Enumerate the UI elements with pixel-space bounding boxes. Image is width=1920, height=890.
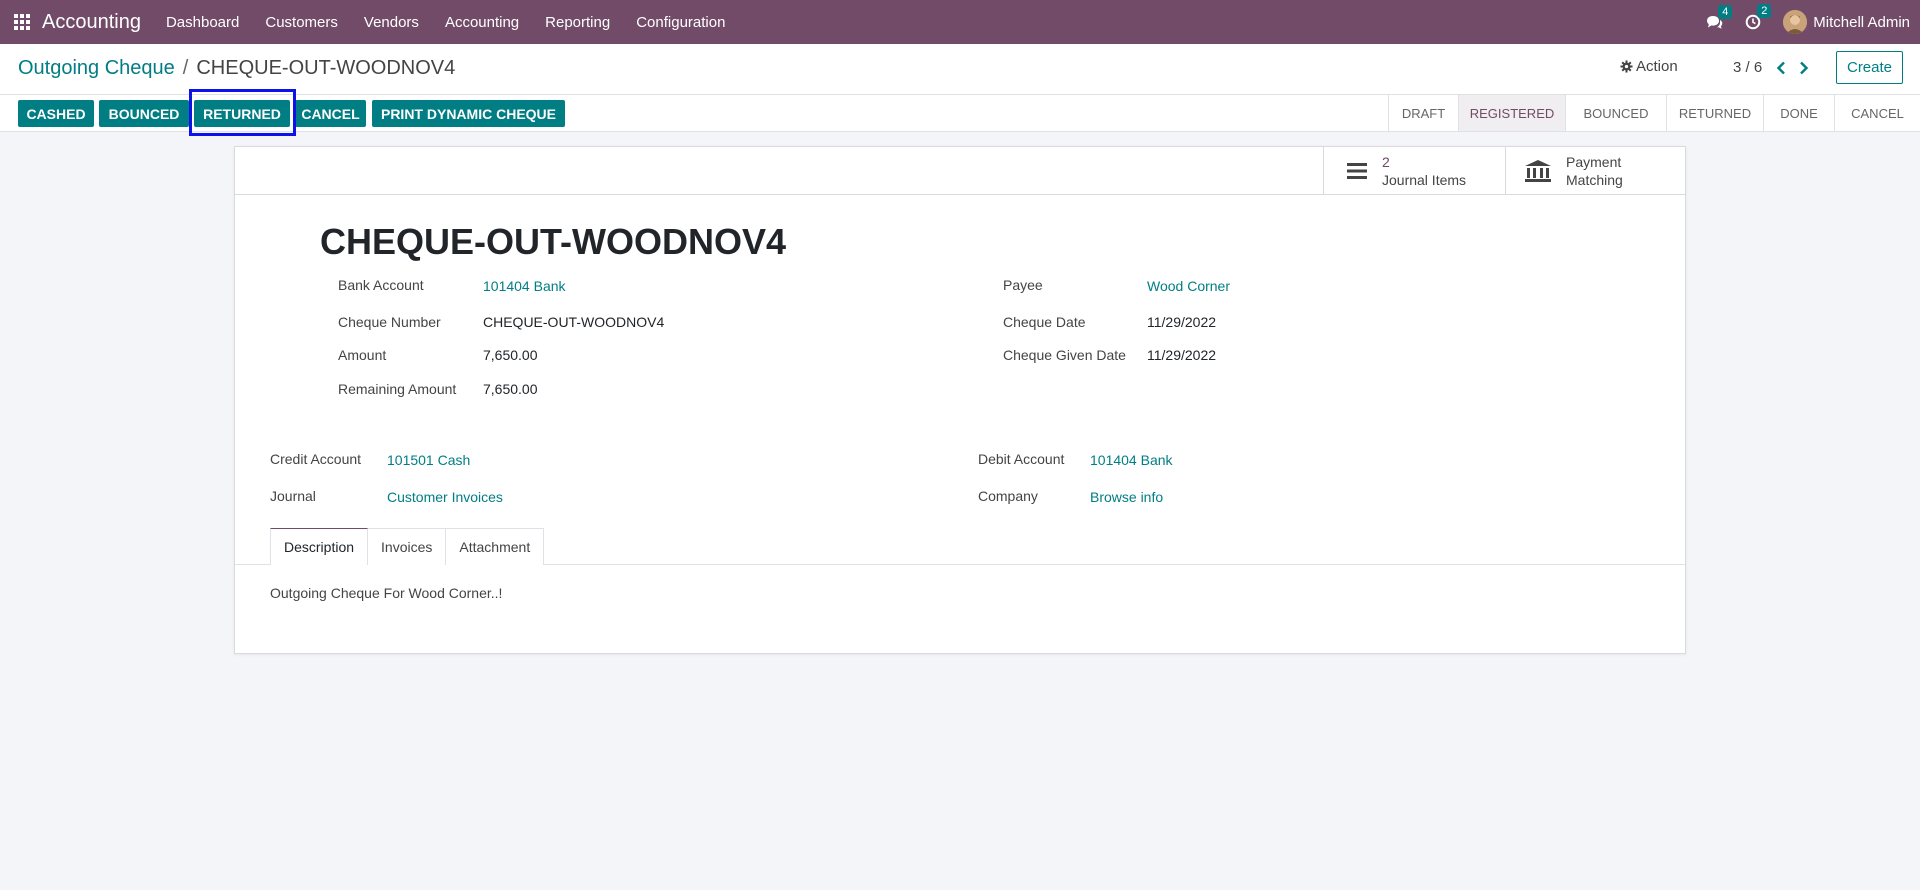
create-button[interactable]: Create <box>1836 51 1903 84</box>
cheque-given-date-label: Cheque Given Date <box>1003 347 1126 363</box>
stage-registered-label: REGISTERED <box>1469 105 1555 121</box>
remaining-amount-value: 7,650.00 <box>483 381 538 397</box>
user-avatar[interactable] <box>1783 10 1808 34</box>
company-value[interactable]: Browse info <box>1090 489 1163 505</box>
payee-label: Payee <box>1003 277 1043 293</box>
cheque-number-label: Cheque Number <box>338 314 441 330</box>
cancel-button[interactable]: CANCEL <box>295 100 366 127</box>
list-icon <box>1346 161 1368 181</box>
stage-bounced[interactable]: BOUNCED <box>1565 95 1666 131</box>
record-title: CHEQUE-OUT-WOODNOV4 <box>320 221 787 262</box>
cashed-button[interactable]: CASHED <box>18 100 94 127</box>
cheque-date-value: 11/29/2022 <box>1147 314 1217 330</box>
action-label: Action <box>1636 58 1678 75</box>
cheque-date-label: Cheque Date <box>1003 314 1086 330</box>
stage-returned[interactable]: RETURNED <box>1666 95 1763 131</box>
breadcrumb-separator: / <box>182 57 189 79</box>
debit-account-value[interactable]: 101404 Bank <box>1090 452 1173 468</box>
menu-vendors[interactable]: Vendors <box>351 0 432 44</box>
amount-value: 7,650.00 <box>483 347 538 363</box>
smart-button-box: 2 Journal Items Payment Matching <box>235 147 1685 195</box>
remaining-amount-label: Remaining Amount <box>338 381 457 397</box>
journal-items-count: 2 <box>1382 154 1390 170</box>
tab-attachment[interactable]: Attachment <box>446 528 545 565</box>
bank-account-value[interactable]: 101404 Bank <box>483 278 566 294</box>
print-dynamic-cheque-button[interactable]: PRINT DYNAMIC CHEQUE <box>372 100 565 127</box>
menu-accounting[interactable]: Accounting <box>432 0 532 44</box>
form-statusbar: CASHED BOUNCED RETURNED CANCEL PRINT DYN… <box>0 89 1920 136</box>
cheque-given-date-value: 11/29/2022 <box>1147 347 1217 363</box>
amount-label: Amount <box>338 347 387 363</box>
form-sheet: 2 Journal Items Payment Matching CHEQUE-… <box>234 146 1686 654</box>
breadcrumb: Outgoing Cheque / CHEQUE-OUT-WOODNOV4 <box>18 57 455 80</box>
status-stages: DRAFT REGISTERED BOUNCED RETURNED DONE C… <box>1388 95 1920 131</box>
action-menu-button[interactable]: Action <box>1620 58 1678 75</box>
user-name[interactable]: Mitchell Admin <box>1813 14 1910 31</box>
tab-description[interactable]: Description <box>270 528 369 565</box>
stage-cancel[interactable]: CANCEL <box>1834 95 1920 131</box>
payment-matching-label-line2: Matching <box>1566 172 1623 188</box>
stage-draft-label: DRAFT <box>1401 105 1446 121</box>
breadcrumb-current: CHEQUE-OUT-WOODNOV4 <box>196 57 456 79</box>
stage-returned-label: RETURNED <box>1678 105 1752 121</box>
journal-label: Journal <box>270 488 316 504</box>
chevron-left-icon <box>1776 61 1785 75</box>
stage-done-label: DONE <box>1780 105 1818 121</box>
activities-button[interactable]: 2 <box>1745 4 1772 30</box>
stage-cancel-label: CANCEL <box>1851 105 1904 121</box>
stage-registered[interactable]: REGISTERED <box>1458 95 1565 131</box>
credit-account-value[interactable]: 101501 Cash <box>387 452 470 468</box>
pager-value[interactable]: 3 / 6 <box>1733 59 1762 76</box>
messages-count-badge: 4 <box>1718 4 1733 19</box>
debit-account-label: Debit Account <box>978 451 1065 467</box>
description-text[interactable]: Outgoing Cheque For Wood Corner..! <box>270 585 502 601</box>
control-panel: Outgoing Cheque / CHEQUE-OUT-WOODNOV4 Ac… <box>0 44 1920 95</box>
apps-menu-icon[interactable] <box>0 0 44 44</box>
returned-button[interactable]: RETURNED <box>194 100 290 127</box>
credit-account-label: Credit Account <box>270 451 362 467</box>
payee-value[interactable]: Wood Corner <box>1147 278 1230 294</box>
bank-icon <box>1524 159 1552 183</box>
app-brand[interactable]: Accounting <box>42 11 141 34</box>
stage-bounced-label: BOUNCED <box>1583 105 1649 121</box>
menu-reporting[interactable]: Reporting <box>532 0 623 44</box>
cheque-number-value: CHEQUE-OUT-WOODNOV4 <box>483 314 665 330</box>
payment-matching-smart-button[interactable]: Payment Matching <box>1505 147 1686 195</box>
bounced-button[interactable]: BOUNCED <box>99 100 189 127</box>
navbar-systray: 4 2 Mitchell Admin <box>1706 0 1910 44</box>
gear-icon <box>1620 60 1633 73</box>
activities-count-badge: 2 <box>1757 4 1772 18</box>
journal-items-label: Journal Items <box>1382 172 1467 188</box>
journal-items-smart-button[interactable]: 2 Journal Items <box>1323 147 1505 195</box>
chevron-right-icon <box>1800 61 1809 75</box>
notebook-tabs: Description Invoices Attachment <box>270 528 545 565</box>
breadcrumb-parent-link[interactable]: Outgoing Cheque <box>18 57 175 80</box>
tab-invoices[interactable]: Invoices <box>368 528 447 565</box>
messages-button[interactable]: 4 <box>1706 4 1733 30</box>
menu-configuration[interactable]: Configuration <box>623 0 738 44</box>
stage-draft[interactable]: DRAFT <box>1388 95 1458 131</box>
user-avatar-image <box>1783 10 1808 34</box>
top-navbar: Accounting Dashboard Customers Vendors A… <box>0 0 1920 44</box>
menu-customers[interactable]: Customers <box>252 0 351 44</box>
payment-matching-label-line1: Payment <box>1566 154 1622 170</box>
journal-value[interactable]: Customer Invoices <box>387 489 503 505</box>
bank-account-label: Bank Account <box>338 277 424 293</box>
stage-done[interactable]: DONE <box>1763 95 1834 131</box>
company-label: Company <box>978 488 1038 504</box>
pager-next-button[interactable] <box>1794 56 1814 80</box>
pager-previous-button[interactable] <box>1771 56 1791 80</box>
menu-dashboard[interactable]: Dashboard <box>153 0 252 44</box>
